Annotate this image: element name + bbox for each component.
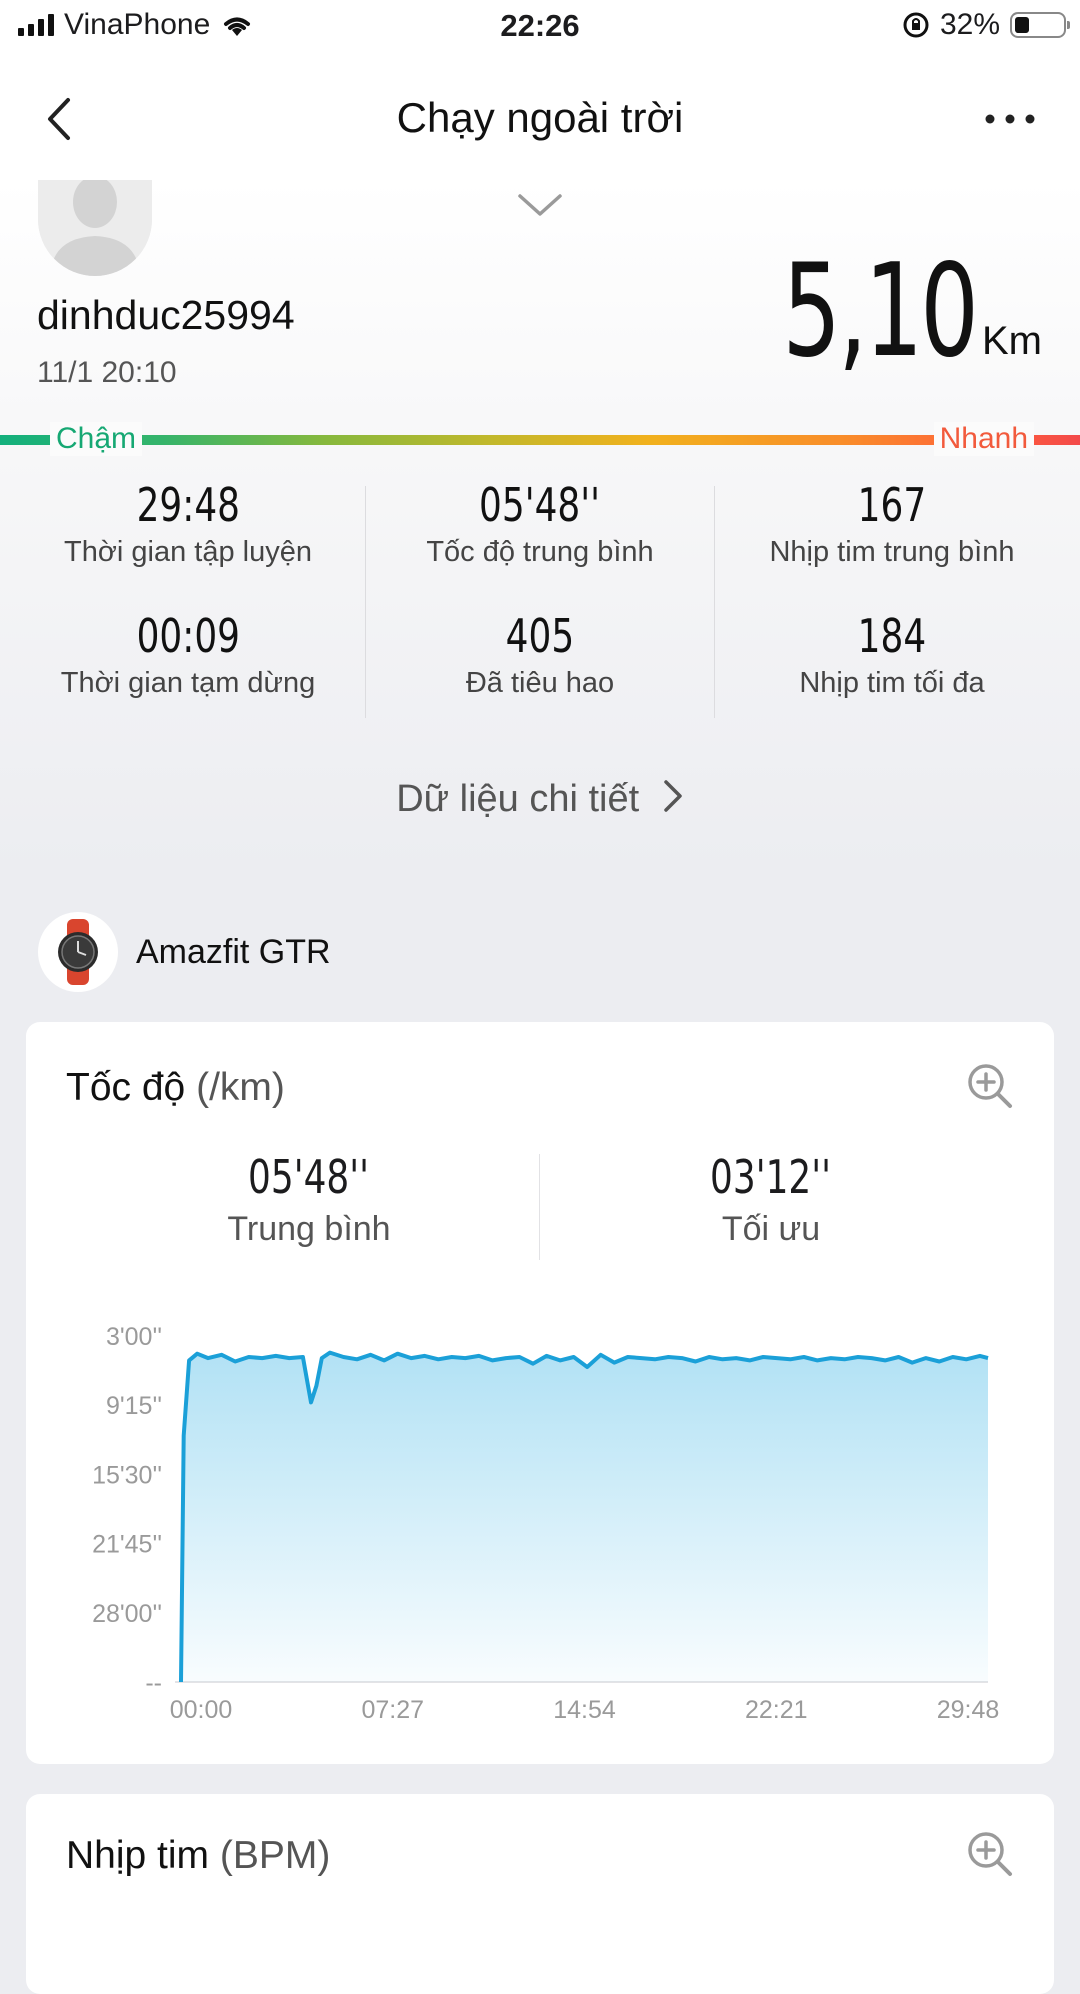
heart-rate-card: Nhịp tim (BPM): [26, 1794, 1054, 1994]
pace-average: 05'48'' Trung bình: [79, 1150, 539, 1249]
stat-label: Tốc độ trung bình: [426, 536, 654, 568]
x-tick-label: 00:00: [170, 1696, 233, 1724]
distance-value: 5,10: [782, 237, 979, 386]
device-row[interactable]: Amazfit GTR: [38, 912, 331, 992]
stat-label: Nhịp tim trung bình: [769, 536, 1015, 568]
card-title: Nhịp tim (BPM): [66, 1834, 330, 1878]
pace-title: Tốc độ: [66, 1066, 186, 1109]
y-tick-label: 9'15'': [106, 1392, 162, 1420]
pace-average-label: Trung bình: [227, 1210, 391, 1248]
pace-summary: 05'48'' Trung bình 03'12'' Tối ưu: [26, 1150, 1054, 1260]
page-title: Chạy ngoài trời: [396, 94, 684, 141]
heart-rate-unit: (BPM): [219, 1834, 331, 1877]
chevron-right-icon: [664, 780, 682, 812]
nav-bar: Chạy ngoài trời: [0, 56, 1080, 180]
username: dinhduc25994: [37, 292, 295, 338]
stat-calories: 405 Đã tiêu hao: [360, 609, 720, 700]
pace-card: Tốc độ (/km) 05'48'' Trung bình 03'12'' …: [26, 1022, 1054, 1764]
stat-label: Thời gian tập luyện: [64, 536, 312, 568]
pace-area: [181, 1352, 988, 1682]
y-tick-label: 3'00'': [106, 1323, 162, 1351]
workout-date: 11/1 20:10: [37, 356, 177, 389]
stats-grid: 29:48 Thời gian tập luyện 05'48'' Tốc độ…: [0, 478, 1080, 718]
detail-data-link[interactable]: Dữ liệu chi tiết: [0, 778, 1080, 824]
detail-data-label: Dữ liệu chi tiết: [396, 778, 640, 821]
speed-scale: Chậm Nhanh: [0, 422, 1080, 458]
avatar[interactable]: [38, 180, 152, 276]
stat-value: 00:09: [136, 609, 240, 663]
stat-avg-pace: 05'48'' Tốc độ trung bình: [360, 478, 720, 569]
workout-summary: dinhduc25994 11/1 20:10 5,10 Km Chậm Nha…: [0, 180, 1080, 870]
pace-best-label: Tối ưu: [721, 1210, 821, 1248]
stat-avg-heart-rate: 167 Nhịp tim trung bình: [712, 478, 1072, 569]
y-tick-label: 28'00'': [92, 1600, 162, 1628]
card-title: Tốc độ (/km): [66, 1066, 285, 1110]
stat-value: 184: [857, 609, 927, 663]
stat-label: Thời gian tạm dừng: [60, 667, 316, 699]
battery-icon: [1010, 12, 1070, 38]
battery-percent: 32%: [939, 8, 1000, 41]
stat-max-heart-rate: 184 Nhịp tim tối đa: [712, 609, 1072, 700]
x-tick-label: 22:21: [745, 1696, 808, 1724]
stat-pause-time: 00:09 Thời gian tạm dừng: [8, 609, 368, 700]
x-tick-label: 29:48: [937, 1696, 1000, 1724]
stat-value: 05'48'': [479, 478, 601, 532]
stat-label: Nhịp tim tối đa: [799, 667, 985, 699]
x-tick-label: 14:54: [553, 1696, 616, 1724]
pace-best-value: 03'12'': [710, 1150, 832, 1204]
stat-divider: [714, 486, 715, 718]
more-options-icon[interactable]: [980, 104, 1040, 134]
zoom-in-icon[interactable]: [966, 1062, 1014, 1110]
pace-average-value: 05'48'': [248, 1150, 370, 1204]
stat-value: 405: [505, 609, 575, 663]
y-tick-label: --: [145, 1669, 162, 1697]
pace-best: 03'12'' Tối ưu: [541, 1150, 1001, 1249]
stat-divider: [365, 486, 366, 718]
orientation-lock-icon: [903, 12, 929, 38]
x-tick-label: 07:27: [361, 1696, 424, 1724]
chevron-down-icon[interactable]: [516, 190, 564, 220]
stat-value: 29:48: [136, 478, 240, 532]
y-tick-label: 21'45'': [92, 1531, 162, 1559]
speed-gradient-bar: [0, 435, 1080, 445]
y-tick-label: 15'30'': [92, 1461, 162, 1489]
device-name: Amazfit GTR: [136, 932, 331, 971]
pace-unit: (/km): [196, 1066, 285, 1109]
distance-unit: Km: [982, 319, 1042, 363]
distance: 5,10 Km: [707, 248, 1042, 376]
stat-duration: 29:48 Thời gian tập luyện: [8, 478, 368, 569]
heart-rate-title: Nhịp tim: [66, 1834, 210, 1877]
default-avatar-icon: [38, 180, 152, 276]
stat-label: Đã tiêu hao: [465, 667, 615, 699]
speed-fast-label: Nhanh: [933, 422, 1034, 456]
pace-chart: 3'00'' 9'15'' 15'30'' 21'45'' 28'00'' -- 00:00…: [92, 1323, 1000, 1724]
status-bar: VinaPhone 22:26 32%: [0, 0, 1080, 56]
watch-icon: [38, 912, 118, 992]
pace-divider: [539, 1154, 540, 1260]
speed-slow-label: Chậm: [50, 422, 143, 456]
stat-value: 167: [857, 478, 927, 532]
zoom-in-icon[interactable]: [966, 1830, 1014, 1878]
